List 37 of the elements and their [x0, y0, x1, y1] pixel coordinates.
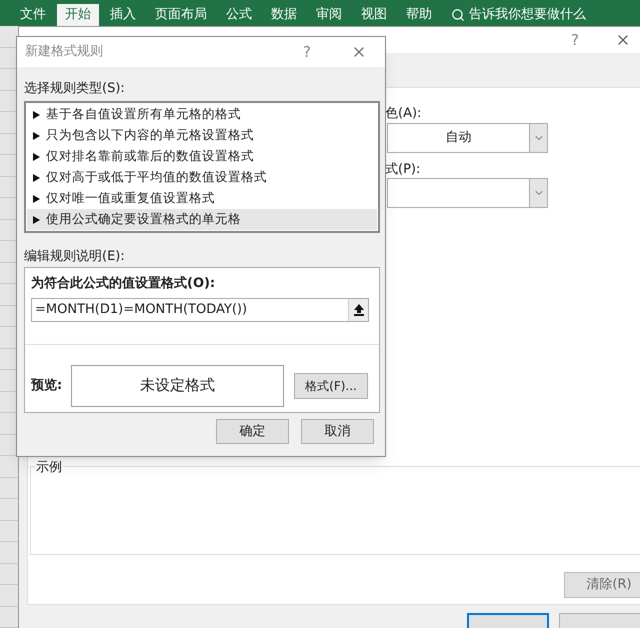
ribbon-tab[interactable]: 公式 [218, 4, 260, 26]
search-icon[interactable] [451, 8, 465, 22]
collapse-icon[interactable] [354, 304, 364, 316]
ribbon-tab[interactable]: 页面布局 [147, 4, 215, 26]
triangle-icon [33, 194, 40, 202]
triangle-icon [33, 174, 40, 182]
ribbon-tab[interactable]: 插入 [102, 4, 144, 26]
ribbon-tab[interactable]: 审阅 [308, 4, 350, 26]
formula-label: 为符合此公式的值设置格式(O): [31, 275, 216, 293]
triangle-icon [33, 132, 40, 140]
preview-label: 预览: [31, 376, 64, 395]
dialog-title: 新建格式规则 [25, 43, 104, 62]
dropdown-value: 自动 [444, 129, 472, 148]
triangle-icon [33, 152, 40, 160]
clear-button[interactable]: 清除(R) [564, 572, 640, 598]
color-dropdown[interactable]: 自动 [387, 123, 548, 153]
rule-type-item[interactable]: 使用公式确定要设置格式的单元格 [27, 209, 377, 230]
triangle-icon [33, 110, 40, 118]
ribbon-tab[interactable]: 数据 [263, 4, 305, 26]
formula-field[interactable]: =MONTH(D1)=MONTH(TODAY()) [31, 298, 369, 322]
style-dropdown[interactable] [387, 178, 548, 208]
dialog-button[interactable]: 确定 [216, 419, 289, 444]
dialog-button[interactable]: 取消 [301, 419, 374, 444]
help-button[interactable]: ? [303, 40, 311, 64]
ribbon-tab[interactable]: 帮助 [398, 4, 440, 26]
ribbon-tab[interactable]: 开始 [57, 4, 99, 26]
preview-text: 未设定格式 [140, 375, 215, 396]
ribbon-tab[interactable]: 视图 [353, 4, 395, 26]
format-button[interactable]: 格式(F)... [294, 372, 368, 398]
help-button[interactable]: ? [571, 28, 579, 52]
edit-label: 编辑规则说明(E): [24, 248, 126, 266]
rule-type-label: 选择规则类型(S): [24, 80, 126, 98]
color-label: 色(A): [385, 105, 422, 123]
style-label: 式(P): [385, 161, 420, 179]
ribbon-tab[interactable]: 文件 [12, 4, 54, 26]
search-prompt[interactable]: 告诉我你想要做什么 [469, 5, 586, 25]
triangle-icon [33, 216, 40, 224]
